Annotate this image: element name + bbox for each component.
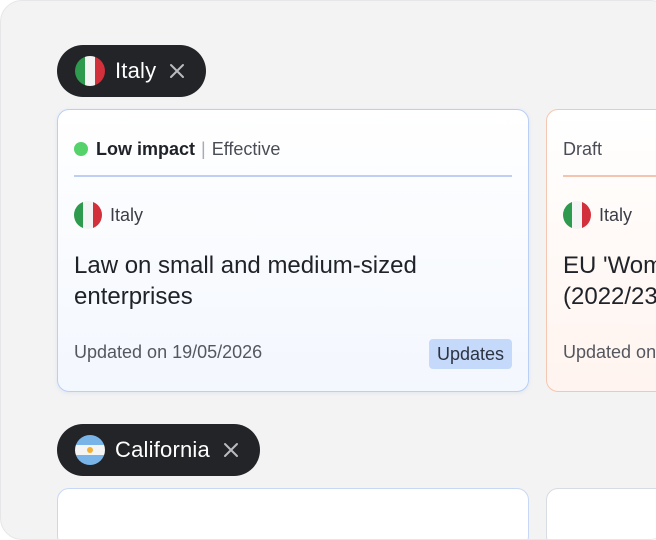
italy-flag-icon (563, 201, 591, 229)
italy-flag-icon (74, 201, 102, 229)
regulation-card[interactable]: Low impact | Effective Italy Law on smal… (57, 109, 529, 392)
card-title[interactable]: Law on small and medium-sized enterprise… (74, 250, 504, 312)
country-label: Italy (599, 204, 633, 225)
card-country: Italy (563, 201, 632, 229)
regulation-card[interactable] (546, 488, 656, 539)
canvas: Italy Low impact | Effective Italy Law o… (0, 0, 656, 540)
close-icon[interactable] (168, 62, 186, 80)
card-header: Low impact | Effective (74, 134, 280, 164)
filter-chip-italy[interactable]: Italy (57, 45, 207, 97)
updated-date: Updated on (563, 342, 656, 362)
status-label: Draft (563, 138, 603, 159)
country-label: Italy (110, 204, 144, 225)
filter-chip-california[interactable]: California (57, 424, 260, 476)
impact-label: Low impact (96, 138, 196, 159)
card-divider (74, 175, 512, 177)
card-title[interactable]: EU 'Wom (2022/23 (563, 250, 656, 312)
filter-chip-label: Italy (115, 58, 157, 83)
updated-date: Updated on 19/05/2026 (74, 342, 263, 362)
updates-badge: Updates (428, 339, 512, 369)
regulation-card[interactable]: Draft Italy EU 'Wom (2022/23 Updated on (546, 109, 656, 392)
card-header: Draft (563, 134, 602, 164)
regulation-card[interactable] (57, 488, 529, 539)
card-divider (563, 175, 656, 177)
italy-flag-icon (75, 56, 105, 86)
status-label: Effective (211, 138, 281, 159)
filter-chip-label: California (115, 437, 210, 462)
header-separator: | (201, 138, 206, 159)
close-icon[interactable] (222, 441, 240, 459)
california-flag-icon (75, 435, 105, 465)
impact-status-dot (74, 142, 88, 156)
card-country: Italy (74, 201, 143, 229)
